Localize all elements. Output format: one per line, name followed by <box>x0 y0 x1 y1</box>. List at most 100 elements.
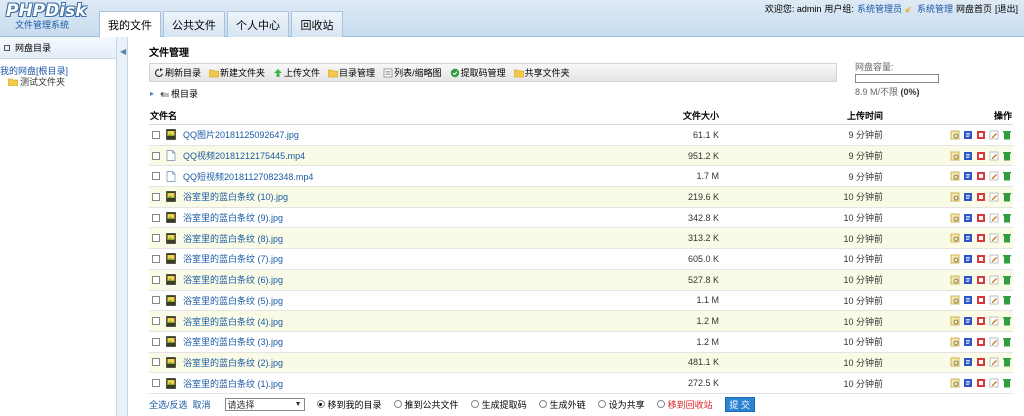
edit-icon[interactable] <box>989 171 999 181</box>
table-row[interactable]: 浴室里的蓝白条纹 (1).jpg 272.5 K 10 分钟前 <box>149 373 1013 394</box>
radio-dot[interactable] <box>538 400 547 408</box>
action-radio-2[interactable]: 生成提取码 <box>470 398 527 411</box>
edit-icon[interactable] <box>989 233 999 243</box>
share-icon[interactable] <box>976 316 986 326</box>
table-row[interactable]: 浴室里的蓝白条纹 (5).jpg 1.1 M 10 分钟前 <box>149 291 1013 312</box>
delete-icon[interactable] <box>1002 357 1012 367</box>
view-icon[interactable] <box>950 130 960 140</box>
file-name-link[interactable]: 浴室里的蓝白条纹 (1).jpg <box>183 377 283 390</box>
toolbar-btn-5[interactable]: 提取码管理 <box>450 66 506 79</box>
delete-icon[interactable] <box>1002 378 1012 388</box>
radio-dot[interactable] <box>393 400 402 408</box>
header-size[interactable]: 文件大小 <box>619 109 719 122</box>
share-icon[interactable] <box>976 275 986 285</box>
row-checkbox[interactable] <box>152 234 160 243</box>
edit-icon[interactable] <box>989 192 999 202</box>
radio-dot[interactable] <box>597 400 606 408</box>
folder-select[interactable]: 请选择 ▼ <box>224 397 305 411</box>
delete-icon[interactable] <box>1002 254 1012 264</box>
row-checkbox[interactable] <box>152 337 160 346</box>
delete-icon[interactable] <box>1002 192 1012 202</box>
delete-icon[interactable] <box>1002 213 1012 223</box>
nav-tab-3[interactable]: 回收站 <box>291 11 343 37</box>
header-time[interactable]: 上传时间 <box>719 109 883 122</box>
row-checkbox[interactable] <box>152 192 160 201</box>
view-icon[interactable] <box>950 337 960 347</box>
edit-icon[interactable] <box>989 357 999 367</box>
toolbar-btn-0[interactable]: 刷新目录 <box>154 66 201 79</box>
info-icon[interactable] <box>963 357 973 367</box>
table-row[interactable]: 浴室里的蓝白条纹 (8).jpg 313.2 K 10 分钟前 <box>149 228 1013 250</box>
nav-tab-1[interactable]: 公共文件 <box>163 11 225 37</box>
info-icon[interactable] <box>963 233 973 243</box>
action-radio-5[interactable]: 移到回收站 <box>656 398 713 411</box>
radio-dot[interactable] <box>470 400 479 408</box>
share-icon[interactable] <box>976 213 986 223</box>
view-icon[interactable] <box>950 378 960 388</box>
delete-icon[interactable] <box>1002 316 1012 326</box>
edit-icon[interactable] <box>989 151 999 161</box>
info-icon[interactable] <box>963 192 973 202</box>
delete-icon[interactable] <box>1002 337 1012 347</box>
toolbar-btn-6[interactable]: 共享文件夹 <box>513 66 570 79</box>
edit-icon[interactable] <box>989 213 999 223</box>
edit-icon[interactable] <box>989 130 999 140</box>
view-icon[interactable] <box>950 233 960 243</box>
info-icon[interactable] <box>963 316 973 326</box>
nav-tab-2[interactable]: 个人中心 <box>227 11 289 37</box>
view-icon[interactable] <box>950 275 960 285</box>
file-name-link[interactable]: 浴室里的蓝白条纹 (10).jpg <box>183 190 288 203</box>
action-radio-4[interactable]: 设为共享 <box>597 398 645 411</box>
file-name-link[interactable]: 浴室里的蓝白条纹 (9).jpg <box>183 211 283 224</box>
nav-tab-0[interactable]: 我的文件 <box>99 11 161 37</box>
table-row[interactable]: QQ视频20181212175445.mp4 951.2 K 9 分钟前 <box>149 145 1013 167</box>
share-icon[interactable] <box>976 151 986 161</box>
row-checkbox[interactable] <box>152 254 160 263</box>
delete-icon[interactable] <box>1002 233 1012 243</box>
info-icon[interactable] <box>963 378 973 388</box>
file-name-link[interactable]: 浴室里的蓝白条纹 (2).jpg <box>183 356 283 369</box>
home-link[interactable]: 网盘首页 <box>956 2 992 15</box>
file-name-link[interactable]: 浴室里的蓝白条纹 (6).jpg <box>183 273 283 286</box>
share-icon[interactable] <box>976 378 986 388</box>
file-name-link[interactable]: 浴室里的蓝白条纹 (7).jpg <box>183 252 283 265</box>
delete-icon[interactable] <box>1002 130 1012 140</box>
view-icon[interactable] <box>950 295 960 305</box>
cancel-link[interactable]: 取消 <box>193 398 211 411</box>
toolbar-btn-3[interactable]: 目录管理 <box>328 66 375 79</box>
view-icon[interactable] <box>950 151 960 161</box>
table-row[interactable]: 浴室里的蓝白条纹 (6).jpg 527.8 K 10 分钟前 <box>149 269 1013 291</box>
share-icon[interactable] <box>976 254 986 264</box>
delete-icon[interactable] <box>1002 151 1012 161</box>
share-icon[interactable] <box>976 295 986 305</box>
action-radio-3[interactable]: 生成外链 <box>538 398 586 411</box>
delete-icon[interactable] <box>1002 171 1012 181</box>
share-icon[interactable] <box>976 171 986 181</box>
table-row[interactable]: QQ短视频20181127082348.mp4 1.7 M 9 分钟前 <box>149 166 1013 188</box>
info-icon[interactable] <box>963 275 973 285</box>
row-checkbox[interactable] <box>152 172 160 181</box>
delete-icon[interactable] <box>1002 295 1012 305</box>
edit-icon[interactable] <box>989 254 999 264</box>
action-radio-0[interactable]: 移到我的目录 <box>316 398 382 411</box>
info-icon[interactable] <box>963 337 973 347</box>
edit-icon[interactable] <box>989 295 999 305</box>
delete-icon[interactable] <box>1002 275 1012 285</box>
radio-dot[interactable] <box>316 400 325 408</box>
row-checkbox[interactable] <box>152 358 160 367</box>
select-all-link[interactable]: 全选/反选 <box>149 398 188 411</box>
share-icon[interactable] <box>976 130 986 140</box>
row-checkbox[interactable] <box>152 275 160 284</box>
edit-icon[interactable] <box>989 275 999 285</box>
info-icon[interactable] <box>963 130 973 140</box>
edit-icon[interactable] <box>989 337 999 347</box>
table-row[interactable]: 浴室里的蓝白条纹 (3).jpg 1.2 M 10 分钟前 <box>149 332 1013 353</box>
header-name[interactable]: 文件名 <box>149 109 619 122</box>
share-icon[interactable] <box>976 233 986 243</box>
view-icon[interactable] <box>950 316 960 326</box>
view-icon[interactable] <box>950 357 960 367</box>
file-name-link[interactable]: 浴室里的蓝白条纹 (8).jpg <box>183 232 283 245</box>
file-name-link[interactable]: 浴室里的蓝白条纹 (4).jpg <box>183 315 283 328</box>
info-icon[interactable] <box>963 151 973 161</box>
table-row[interactable]: 浴室里的蓝白条纹 (7).jpg 605.0 K 10 分钟前 <box>149 249 1013 270</box>
